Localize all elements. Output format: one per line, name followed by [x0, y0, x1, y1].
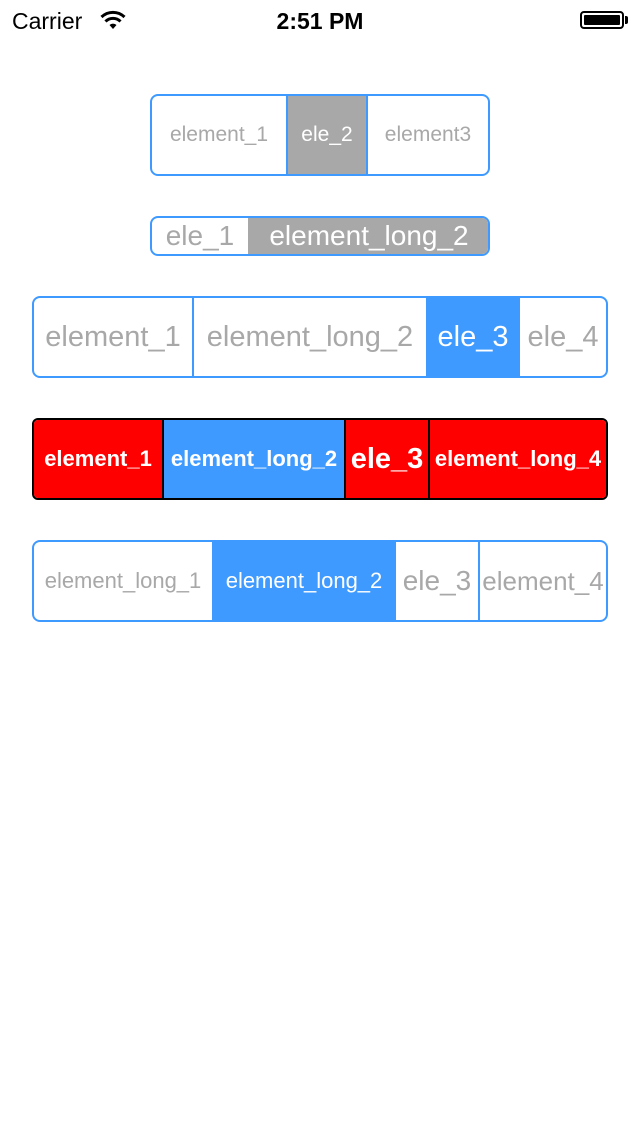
- segmented-control-3: element_1 element_long_2 ele_3 ele_4: [32, 296, 608, 378]
- segment-element-1[interactable]: element_1: [34, 298, 192, 376]
- segment-element-long-2-selected[interactable]: element_long_2: [248, 218, 488, 254]
- battery-tip: [625, 16, 628, 24]
- status-bar: Carrier 2:51 PM: [0, 0, 640, 40]
- segmented-control-1: element_1 ele_2 element3: [150, 94, 490, 176]
- battery-full-icon: [580, 11, 624, 29]
- segment-element-long-1[interactable]: element_long_1: [34, 542, 212, 620]
- segmented-control-4: element_1 element_long_2 ele_3 element_l…: [32, 418, 608, 500]
- segment-element-long-2[interactable]: element_long_2: [192, 298, 426, 376]
- segment-element3[interactable]: element3: [366, 96, 488, 174]
- segment-ele-4[interactable]: ele_4: [518, 298, 606, 376]
- segment-element-1[interactable]: element_1: [34, 420, 162, 498]
- segmented-control-5: element_long_1 element_long_2 ele_3 elem…: [32, 540, 608, 622]
- segment-ele-3[interactable]: ele_3: [394, 542, 478, 620]
- segment-element-long-2-selected[interactable]: element_long_2: [162, 420, 344, 498]
- segmented-control-2: ele_1 element_long_2: [150, 216, 490, 256]
- battery-level: [584, 15, 620, 25]
- segment-ele-3-selected[interactable]: ele_3: [426, 298, 518, 376]
- segment-element-4[interactable]: element_4: [478, 542, 606, 620]
- clock: 2:51 PM: [276, 8, 364, 34]
- segment-element-long-4[interactable]: element_long_4: [428, 420, 606, 498]
- segment-ele-2-selected[interactable]: ele_2: [286, 96, 366, 174]
- segment-element-long-2-selected[interactable]: element_long_2: [212, 542, 394, 620]
- segment-ele-1[interactable]: ele_1: [152, 218, 248, 254]
- segment-element-1[interactable]: element_1: [152, 96, 286, 174]
- segment-ele-3[interactable]: ele_3: [344, 420, 428, 498]
